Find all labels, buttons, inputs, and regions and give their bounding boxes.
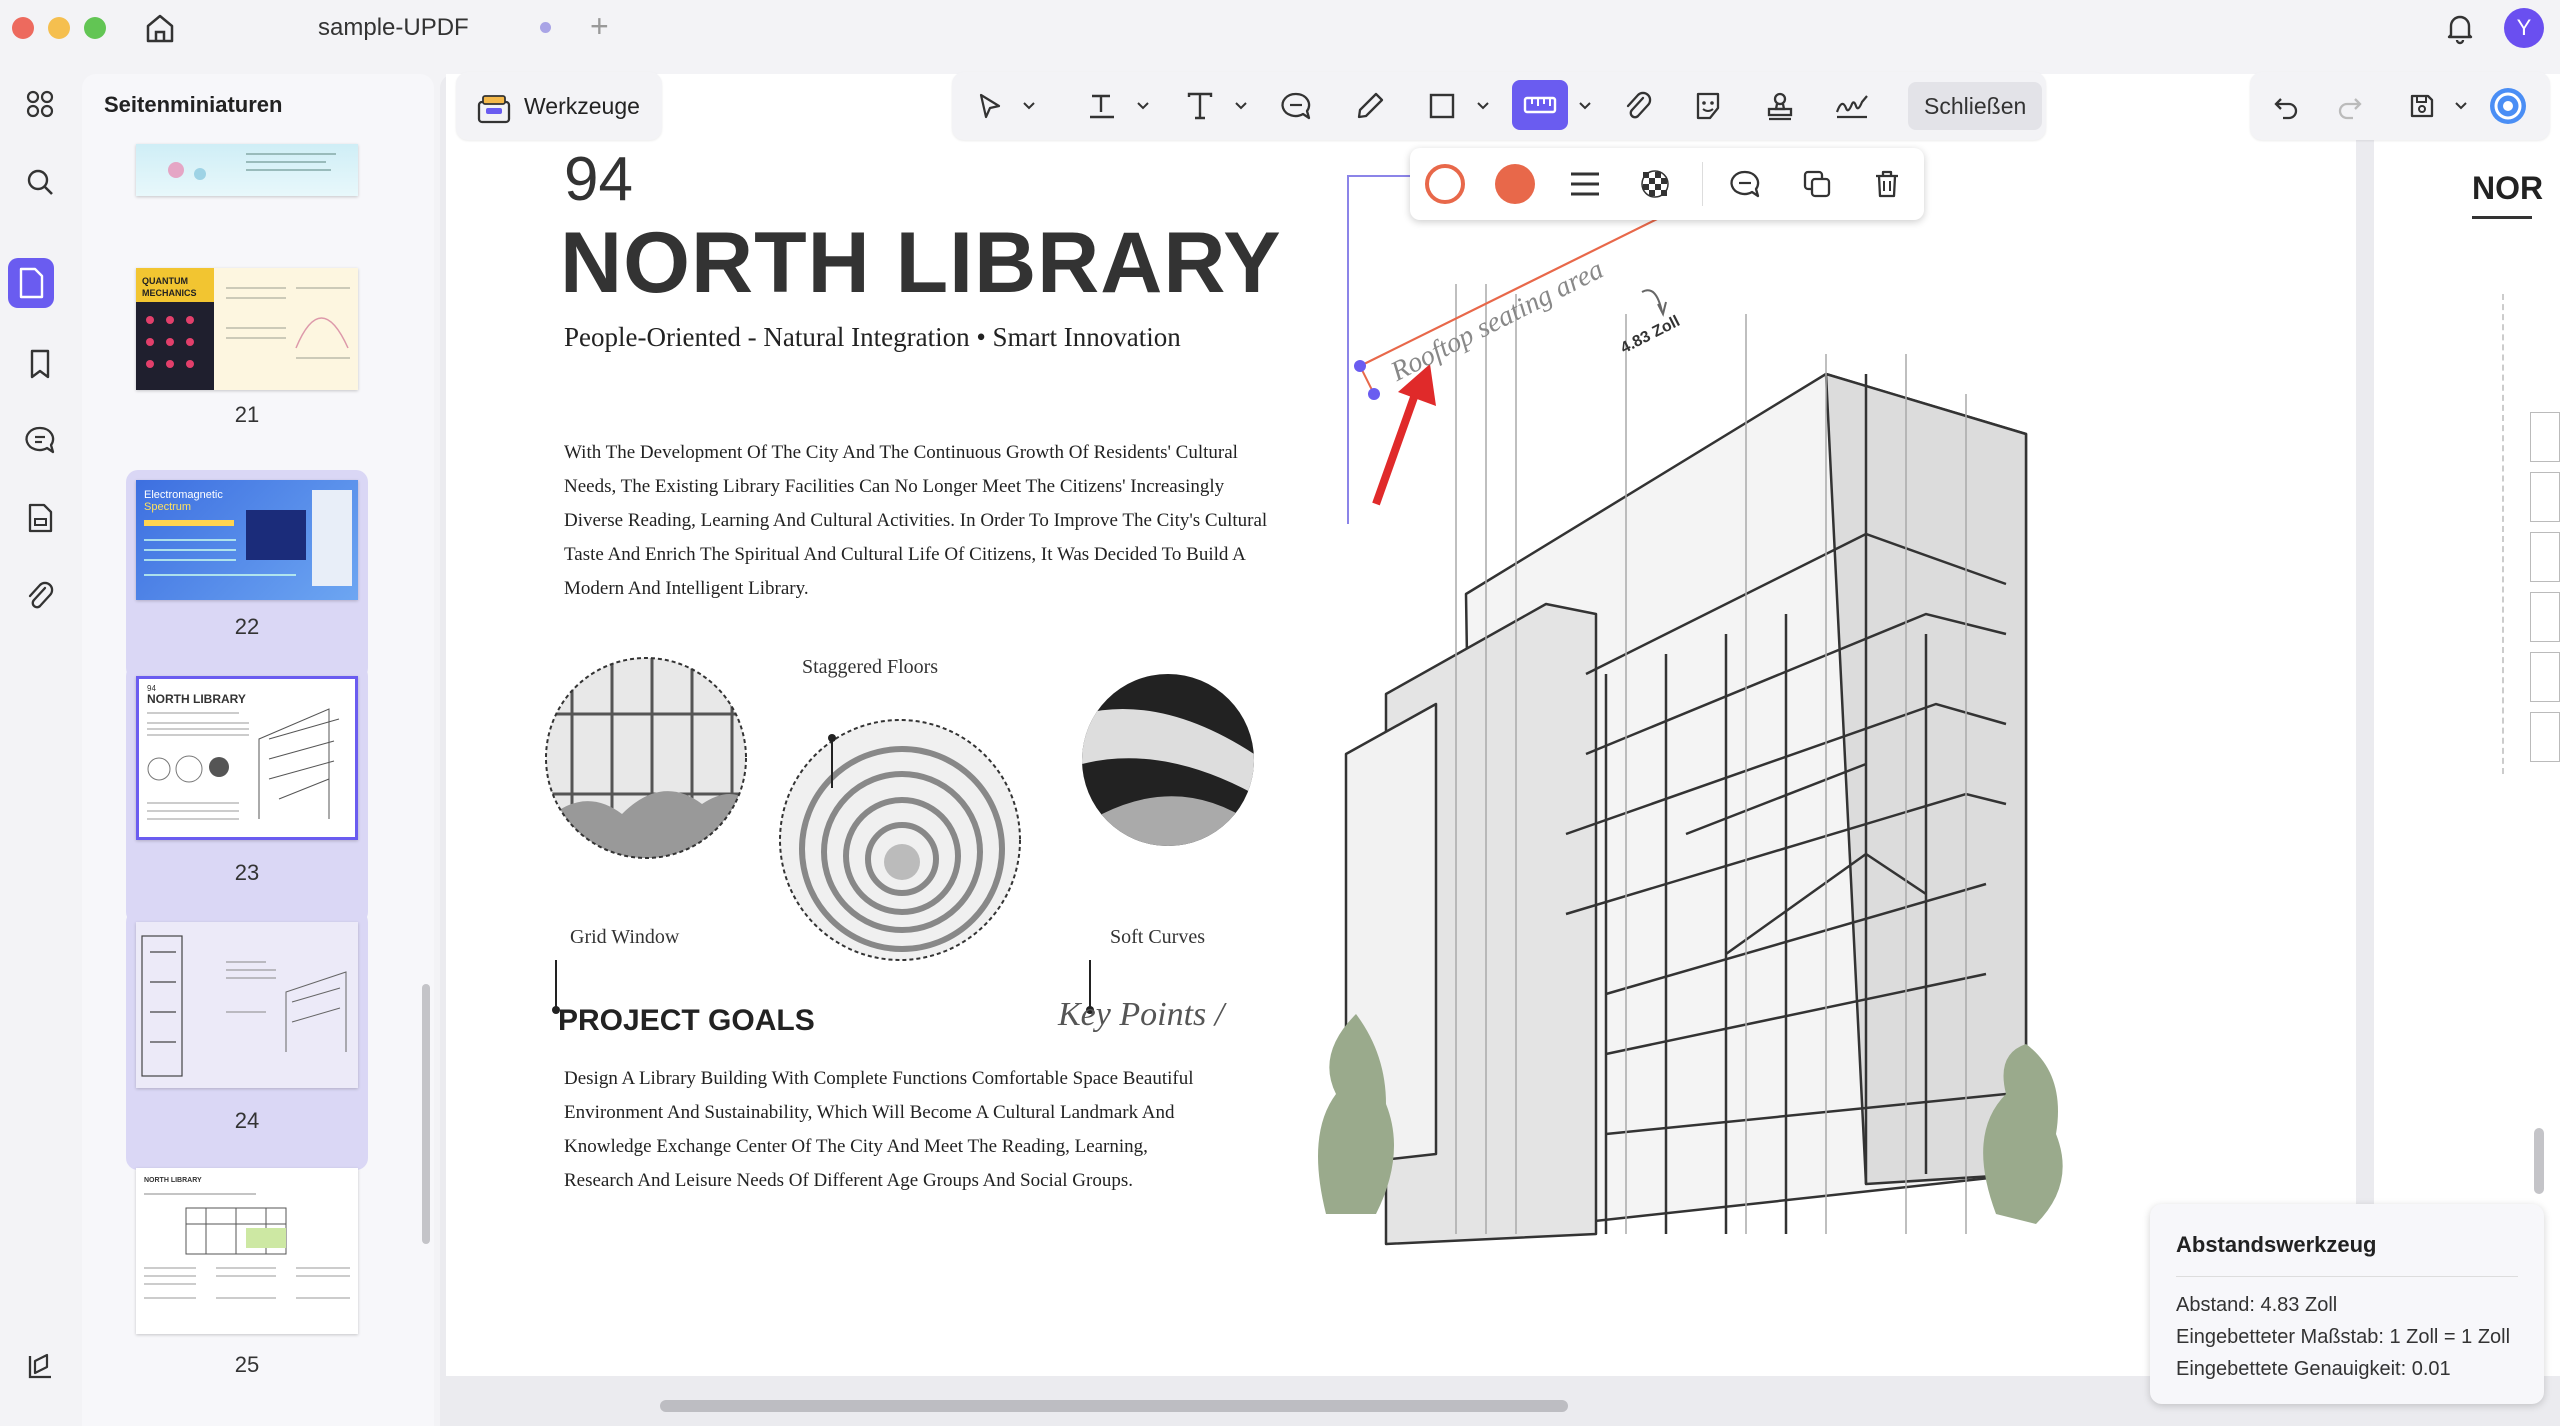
undo-icon[interactable]	[2264, 86, 2308, 126]
thumbnail-page-21[interactable]: QUANTUM MECHANICS 21	[126, 268, 368, 478]
label-soft-curves: Soft Curves	[1110, 926, 1205, 948]
ai-assistant-icon[interactable]	[2486, 86, 2530, 126]
thumbnails-icon[interactable]	[8, 258, 54, 308]
key-points-label: Key Points /	[1058, 996, 1225, 1033]
signature-icon[interactable]	[1830, 86, 1874, 126]
measure-properties-bar	[1410, 148, 1924, 220]
illustration-circles	[545, 657, 1254, 1014]
horizontal-scrollbar[interactable]	[660, 1400, 1568, 1412]
text-highlight-icon[interactable]	[1080, 86, 1124, 126]
left-rail	[0, 56, 80, 1426]
new-tab-button[interactable]: +	[590, 8, 609, 45]
chevron-down-icon[interactable]	[1234, 98, 1248, 112]
distance-tool-title: Abstandswerkzeug	[2176, 1232, 2377, 1257]
pdf-page: 94 NORTH LIBRARY People-Oriented - Natur…	[446, 74, 2356, 1376]
duplicate-icon[interactable]	[1794, 162, 1840, 206]
comment-icon[interactable]	[1722, 162, 1768, 206]
label-staggered-floors: Staggered Floors	[802, 656, 939, 678]
measure-tool-icon[interactable]	[1512, 80, 1568, 130]
search-icon[interactable]	[20, 162, 60, 202]
distance-tool-panel: Abstandswerkzeug Abstand: 4.83 Zoll Eing…	[2150, 1204, 2544, 1404]
thumbnail-page-25[interactable]: NORTH LIBRARY 25	[126, 1164, 368, 1414]
close-annotation-button[interactable]: Schließen	[1908, 82, 2043, 130]
toolbox-icon	[477, 95, 511, 124]
sticker-icon[interactable]	[1686, 86, 1730, 126]
minimize-window-button[interactable]	[48, 17, 70, 39]
svg-text:NORTH LIBRARY: NORTH LIBRARY	[147, 692, 246, 706]
page-subtitle: People-Oriented - Natural Integration • …	[564, 322, 1181, 352]
layers-icon[interactable]	[20, 1346, 60, 1386]
label-grid-window: Grid Window	[570, 926, 680, 948]
thumbnail-number: 25	[234, 1352, 260, 1377]
thumbnail-scrollbar[interactable]	[422, 984, 430, 1244]
project-goals-heading: PROJECT GOALS	[558, 1004, 815, 1037]
save-icon[interactable]	[2400, 86, 2444, 126]
precision-value: Eingebettete Genauigkeit: 0.01	[2176, 1358, 2451, 1380]
grid-view-icon[interactable]	[20, 84, 60, 124]
thumbnail-page-24[interactable]: 24	[126, 910, 368, 1170]
next-page-rule	[2472, 216, 2532, 219]
distance-value: Abstand: 4.83 Zoll	[2176, 1294, 2338, 1316]
chevron-down-icon[interactable]	[1136, 98, 1150, 112]
line-weight-icon[interactable]	[1562, 162, 1608, 206]
redo-icon[interactable]	[2328, 86, 2372, 126]
panel-title: Seitenminiaturen	[104, 92, 283, 117]
chevron-down-icon[interactable]	[1476, 98, 1490, 112]
tools-label: Werkzeuge	[524, 93, 640, 119]
close-window-button[interactable]	[12, 17, 34, 39]
title-bar: sample-UPDF + Y	[0, 0, 2560, 56]
attachment-icon[interactable]	[20, 576, 60, 616]
attachment-icon[interactable]	[1616, 86, 1660, 126]
pencil-icon[interactable]	[1348, 86, 1392, 126]
thumbnail-page-22[interactable]: Electromagnetic Spectrum 22	[126, 470, 368, 680]
thumbnail-number: 21	[234, 402, 260, 427]
annotation-toolbar: Schließen	[952, 72, 2046, 140]
project-goals-paragraph: Design A Library Building With Complete …	[564, 1068, 1194, 1191]
zoom-window-button[interactable]	[84, 17, 106, 39]
document-tab[interactable]: sample-UPDF	[318, 14, 469, 42]
chevron-down-icon[interactable]	[1578, 98, 1592, 112]
svg-text:Spectrum: Spectrum	[144, 501, 191, 513]
divider	[1702, 162, 1703, 206]
trash-icon[interactable]	[1864, 162, 1910, 206]
thumbnail-panel: Seitenminiaturen 20 QUANTUMMECHANICS 21 …	[82, 74, 434, 1426]
next-pdf-page: NOR	[2374, 74, 2560, 1376]
right-toolbar	[2250, 72, 2550, 140]
thumbnail-number: 23	[234, 860, 260, 885]
avatar[interactable]: Y	[2504, 8, 2544, 48]
chevron-down-icon[interactable]	[1022, 98, 1036, 112]
fill-color-icon[interactable]	[1492, 162, 1538, 206]
document-scrollbar[interactable]	[2534, 1128, 2544, 1194]
rectangle-icon[interactable]	[1420, 86, 1464, 126]
form-icon[interactable]	[20, 498, 60, 538]
svg-text:QUANTUM: QUANTUM	[142, 276, 188, 286]
stroke-color-icon[interactable]	[1422, 162, 1468, 206]
thumbnail-number: 24	[234, 1108, 260, 1133]
thumbnail-page-23[interactable]: 94 NORTH LIBRARY 23	[126, 664, 368, 924]
tools-button[interactable]: Werkzeuge	[456, 72, 662, 140]
bookmark-icon[interactable]	[20, 344, 60, 384]
bell-icon[interactable]	[2440, 8, 2480, 53]
scale-value: Eingebetteter Maßstab: 1 Zoll = 1 Zoll	[2176, 1326, 2511, 1348]
stamp-icon[interactable]	[1758, 86, 1802, 126]
next-page-title: NOR	[2472, 170, 2544, 206]
thumbnail-number: 22	[234, 614, 260, 639]
comment-icon[interactable]	[1274, 86, 1318, 126]
svg-text:Electromagnetic: Electromagnetic	[144, 489, 223, 501]
chevron-down-icon[interactable]	[2454, 98, 2468, 112]
text-tool-icon[interactable]	[1178, 86, 1222, 126]
svg-text:MECHANICS: MECHANICS	[142, 288, 197, 298]
opacity-icon[interactable]	[1632, 162, 1678, 206]
comments-icon[interactable]	[20, 420, 60, 460]
select-tool-icon[interactable]	[968, 86, 1012, 126]
svg-text:NORTH LIBRARY: NORTH LIBRARY	[144, 1177, 202, 1184]
divider	[2176, 1276, 2518, 1277]
thumbnail-page-20[interactable]: 20	[126, 144, 368, 311]
intro-paragraph: With The Development Of The City And The…	[564, 442, 1268, 599]
unsaved-indicator	[540, 22, 551, 33]
next-page-table	[2502, 294, 2560, 774]
page-number-heading: 94	[564, 145, 633, 214]
home-icon[interactable]	[140, 8, 180, 53]
page-title: NORTH LIBRARY	[560, 215, 1282, 311]
